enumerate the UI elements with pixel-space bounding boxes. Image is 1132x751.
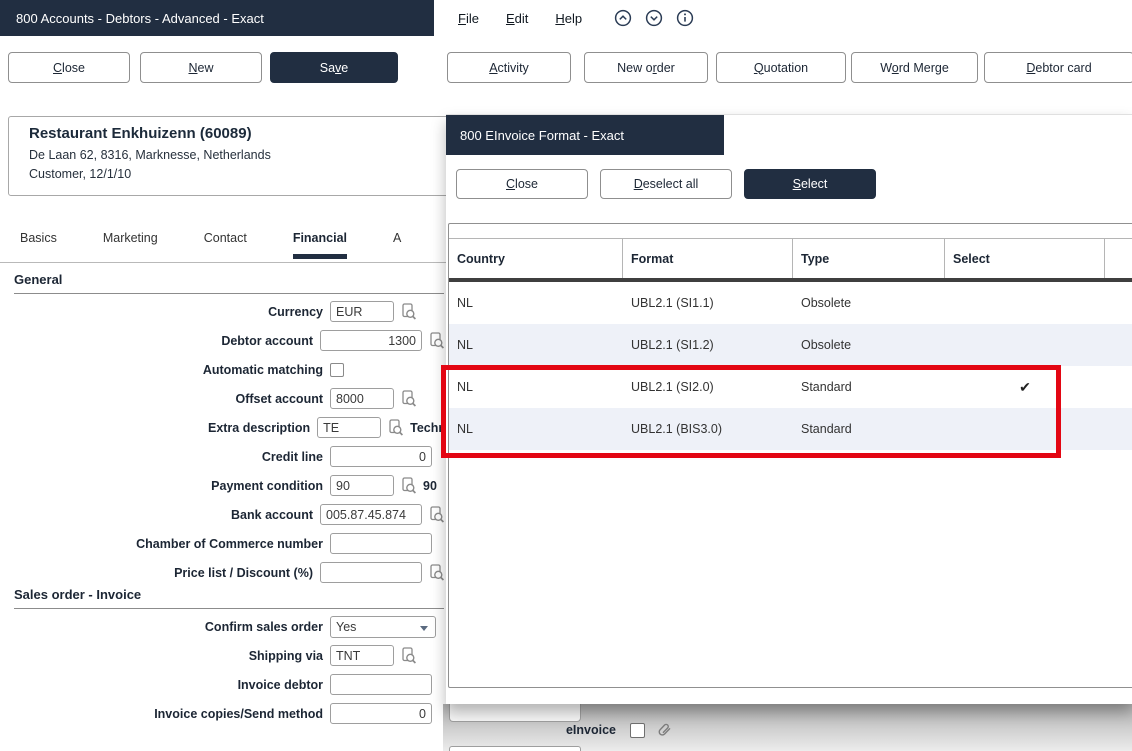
table-row[interactable]: NL UBL2.1 (SI1.2) Obsolete: [449, 324, 1132, 366]
financial-form: General Currency Debtor account Automati…: [0, 272, 446, 728]
tab-basics[interactable]: Basics: [20, 231, 57, 259]
tab-contact[interactable]: Contact: [204, 231, 247, 259]
tabs-divider: [0, 262, 446, 263]
window-title: 800 Accounts - Debtors - Advanced - Exac…: [16, 11, 264, 26]
einvoice-checkbox[interactable]: [630, 723, 645, 738]
shipping-via-label: Shipping via: [0, 649, 330, 663]
payment-condition-label: Payment condition: [0, 479, 330, 493]
column-header-filler: [1105, 239, 1132, 278]
word-merge-button[interactable]: Word Merge: [851, 52, 978, 83]
price-list-input[interactable]: [320, 562, 422, 583]
offset-account-label: Offset account: [0, 392, 330, 406]
column-header-format[interactable]: Format: [623, 239, 793, 278]
cell-type: Obsolete: [793, 296, 945, 310]
caret-down-icon: [420, 626, 428, 631]
invoice-debtor-label: Invoice debtor: [0, 678, 330, 692]
credit-line-input[interactable]: [330, 446, 432, 467]
column-header-select[interactable]: Select: [945, 239, 1105, 278]
confirm-sales-order-label: Confirm sales order: [0, 620, 330, 634]
debtor-account-input[interactable]: [320, 330, 422, 351]
currency-label: Currency: [0, 305, 330, 319]
tab-bar: Basics Marketing Contact Financial A: [0, 231, 446, 259]
tab-marketing[interactable]: Marketing: [103, 231, 158, 259]
window-titlebar: 800 Accounts - Debtors - Advanced - Exac…: [0, 0, 434, 36]
paperclip-icon[interactable]: [655, 721, 673, 739]
dialog-close-button[interactable]: Close: [456, 169, 588, 199]
save-button[interactable]: Save: [270, 52, 398, 83]
confirm-sales-order-select[interactable]: Yes: [330, 616, 436, 638]
automatic-matching-label: Automatic matching: [0, 363, 330, 377]
cell-type: Obsolete: [793, 338, 945, 352]
browse-icon[interactable]: [427, 331, 446, 350]
menu-edit[interactable]: Edit: [506, 11, 528, 26]
menu-help[interactable]: Help: [555, 11, 582, 26]
invoice-copies-input[interactable]: [330, 703, 432, 724]
new-order-button[interactable]: New order: [584, 52, 708, 83]
extra-description-label: Extra description: [0, 421, 317, 435]
browse-icon[interactable]: [386, 418, 405, 437]
cell-format: UBL2.1 (SI1.2): [623, 338, 793, 352]
browse-icon[interactable]: [399, 302, 418, 321]
price-list-label: Price list / Discount (%): [0, 566, 320, 580]
app-window: 800 Accounts - Debtors - Advanced - Exac…: [0, 0, 1132, 751]
column-header-type[interactable]: Type: [793, 239, 945, 278]
dialog-titlebar: 800 EInvoice Format - Exact: [446, 115, 724, 155]
bank-account-input[interactable]: [320, 504, 422, 525]
browse-icon[interactable]: [399, 476, 418, 495]
partially-hidden-field: [449, 746, 581, 751]
cell-format: UBL2.1 (SI1.1): [623, 296, 793, 310]
browse-icon[interactable]: [399, 646, 418, 665]
tab-advanced-partial[interactable]: A: [393, 231, 401, 259]
tab-financial[interactable]: Financial: [293, 231, 347, 259]
einvoice-field-row: eInvoice: [446, 721, 673, 739]
dialog-select-button[interactable]: Select: [744, 169, 876, 199]
browse-icon[interactable]: [399, 389, 418, 408]
einvoice-label: eInvoice: [446, 723, 616, 737]
invoice-debtor-input[interactable]: [330, 674, 432, 695]
menubar: File Edit Help: [434, 0, 1132, 36]
highlight-box: [441, 365, 1061, 458]
credit-line-label: Credit line: [0, 450, 330, 464]
payment-condition-text: 90: [423, 479, 437, 493]
table-row[interactable]: NL UBL2.1 (SI1.1) Obsolete: [449, 282, 1132, 324]
table-group-bar: [449, 224, 1132, 239]
offset-account-input[interactable]: [330, 388, 394, 409]
chevron-down-circle-icon[interactable]: [645, 9, 663, 27]
coc-number-label: Chamber of Commerce number: [0, 537, 330, 551]
bank-account-label: Bank account: [0, 508, 320, 522]
info-circle-icon[interactable]: [676, 9, 694, 27]
coc-number-input[interactable]: [330, 533, 432, 554]
cell-country: NL: [449, 338, 623, 352]
shipping-via-input[interactable]: [330, 645, 394, 666]
automatic-matching-checkbox[interactable]: [330, 363, 344, 377]
invoice-copies-label: Invoice copies/Send method: [0, 707, 330, 721]
dialog-deselect-all-button[interactable]: Deselect all: [600, 169, 732, 199]
partially-hidden-field: [449, 704, 581, 722]
section-sales-order-invoice: Sales order - Invoice: [14, 587, 444, 609]
debtor-account-label: Debtor account: [0, 334, 320, 348]
payment-condition-input[interactable]: [330, 475, 394, 496]
chevron-up-circle-icon[interactable]: [614, 9, 632, 27]
close-button[interactable]: Close: [8, 52, 130, 83]
browse-icon[interactable]: [427, 563, 446, 582]
activity-button[interactable]: Activity: [447, 52, 571, 83]
browse-icon[interactable]: [427, 505, 446, 524]
cell-country: NL: [449, 296, 623, 310]
debtor-card-button[interactable]: Debtor card: [984, 52, 1132, 83]
new-button[interactable]: New: [140, 52, 262, 83]
section-general: General: [14, 272, 444, 294]
menu-file[interactable]: File: [458, 11, 479, 26]
table-header: Country Format Type Select: [449, 239, 1132, 282]
column-header-country[interactable]: Country: [449, 239, 623, 278]
quotation-button[interactable]: Quotation: [716, 52, 846, 83]
currency-input[interactable]: [330, 301, 394, 322]
dialog-title: 800 EInvoice Format - Exact: [460, 128, 624, 143]
extra-description-input[interactable]: [317, 417, 381, 438]
